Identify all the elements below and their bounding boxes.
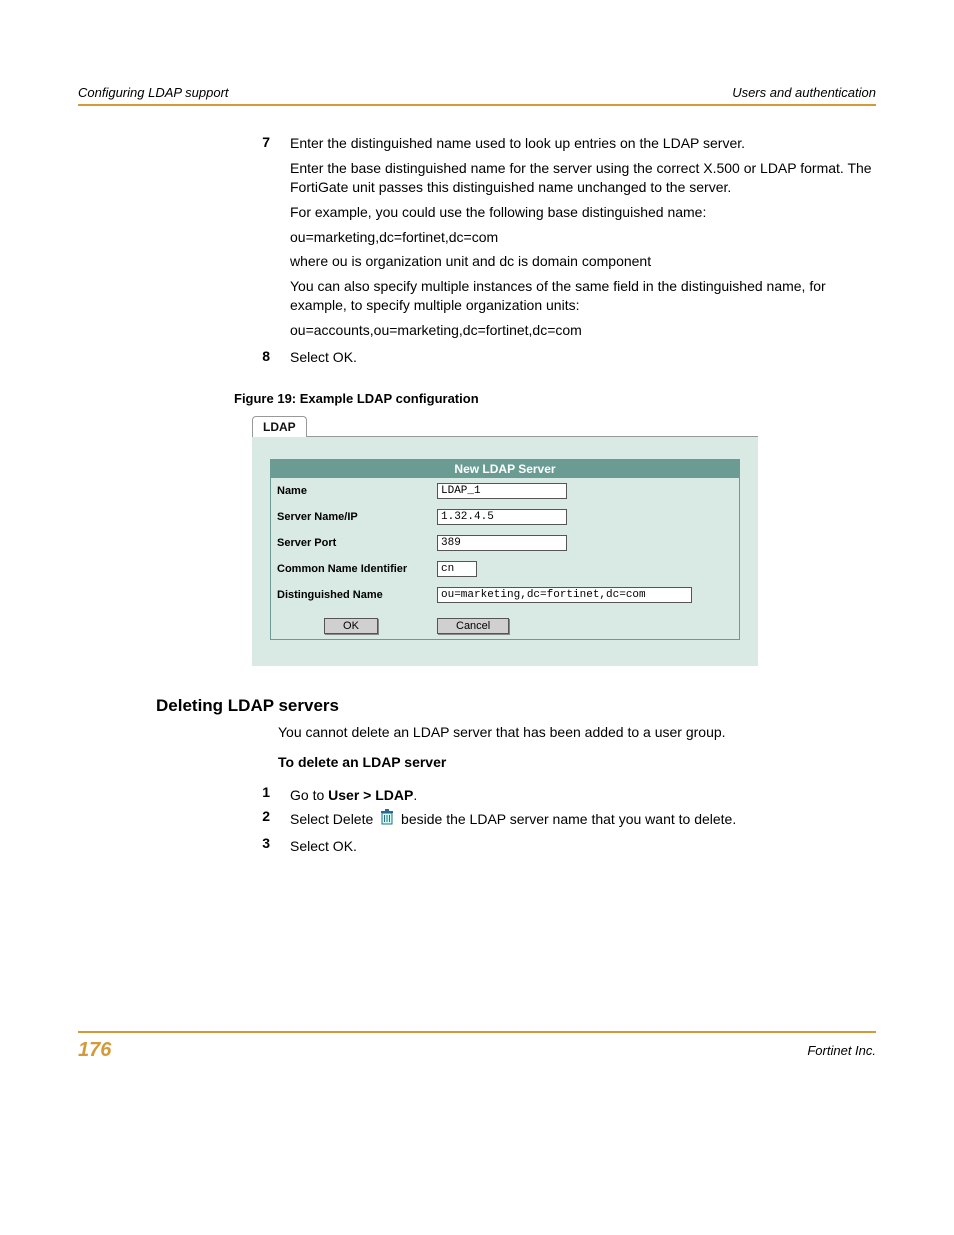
- step-body: Select OK.: [290, 835, 876, 857]
- form-input[interactable]: [437, 509, 567, 525]
- step-body: Enter the distinguished name used to loo…: [290, 134, 876, 346]
- header-left: Configuring LDAP support: [78, 85, 229, 100]
- step-number: 8: [234, 348, 290, 373]
- form-input[interactable]: [437, 587, 692, 603]
- form-label: Server Name/IP: [271, 504, 432, 530]
- form-label: Name: [271, 478, 432, 504]
- step-body: Go to User > LDAP.: [290, 784, 876, 806]
- form-input[interactable]: [437, 535, 567, 551]
- tab-curve-decoration: [307, 416, 321, 437]
- cancel-button[interactable]: Cancel: [437, 618, 509, 634]
- figure-caption: Figure 19: Example LDAP configuration: [234, 391, 876, 406]
- step-number: 1: [234, 784, 290, 806]
- running-header: Configuring LDAP support Users and authe…: [78, 85, 876, 106]
- footer-company: Fortinet Inc.: [807, 1043, 876, 1058]
- delete-heading: To delete an LDAP server: [278, 754, 876, 770]
- form-label: Server Port: [271, 530, 432, 556]
- page-number: 176: [78, 1039, 111, 1062]
- step-body: Select OK.: [290, 348, 876, 373]
- form-label: Common Name Identifier: [271, 556, 432, 582]
- step-number: 3: [234, 835, 290, 857]
- step-number: 7: [234, 134, 290, 346]
- form-input[interactable]: [437, 483, 567, 499]
- deleting-intro: You cannot delete an LDAP server that ha…: [278, 724, 876, 740]
- step-number: 2: [234, 808, 290, 832]
- ldap-form-title: New LDAP Server: [271, 459, 740, 478]
- header-right: Users and authentication: [732, 85, 876, 100]
- trash-icon: [379, 808, 395, 832]
- ok-button[interactable]: OK: [324, 618, 378, 634]
- ldap-config-screenshot: LDAP New LDAP Server NameServer Name/IPS…: [252, 416, 876, 666]
- page-footer: 176 Fortinet Inc.: [78, 1031, 876, 1062]
- form-label: Distinguished Name: [271, 582, 432, 608]
- form-input[interactable]: [437, 561, 477, 577]
- step-body: Select Delete beside the LDAP server nam…: [290, 808, 876, 832]
- section-heading-deleting: Deleting LDAP servers: [156, 696, 876, 716]
- ldap-form-table: New LDAP Server NameServer Name/IPServer…: [270, 459, 740, 640]
- ldap-tab[interactable]: LDAP: [252, 416, 307, 437]
